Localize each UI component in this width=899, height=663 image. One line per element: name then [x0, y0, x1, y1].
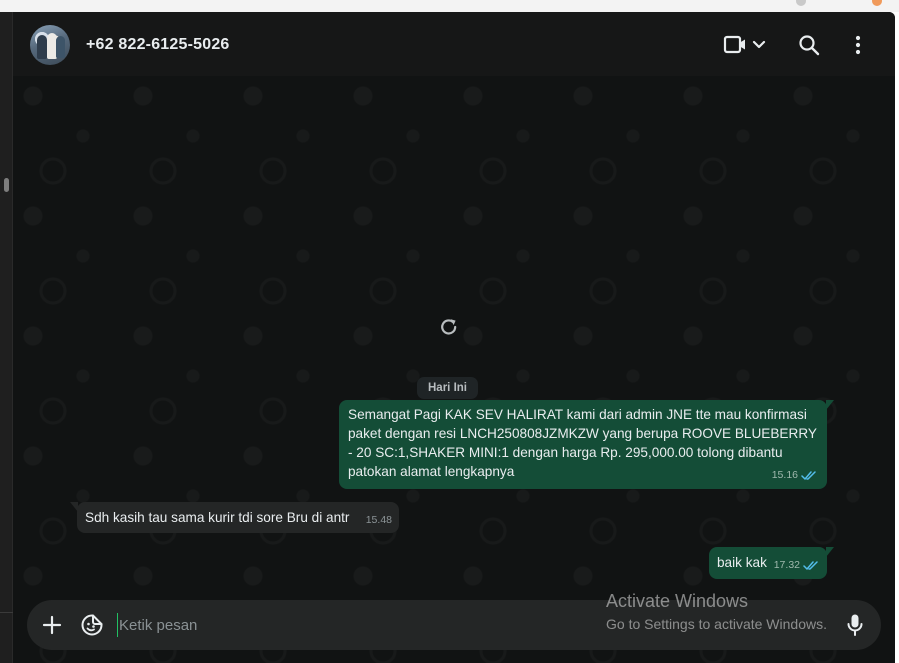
load-older-button[interactable]: [438, 316, 460, 338]
message-meta: 15.48: [366, 511, 392, 530]
bubble-tail: [70, 502, 78, 512]
double-check-icon: [801, 471, 816, 480]
message-input[interactable]: [117, 613, 597, 637]
message-bubble-outgoing[interactable]: baik kak 17.32: [709, 547, 834, 579]
divider: [0, 612, 13, 613]
date-divider: Hari Ini: [417, 377, 478, 399]
video-camera-icon: [723, 35, 766, 54]
message-area[interactable]: Hari Ini Semangat Pagi KAK SEV HALIRAT k…: [13, 76, 895, 663]
extension-icon: [872, 0, 882, 6]
message-composer: [27, 600, 881, 650]
chat-header: +62 822-6125-5026: [13, 12, 895, 76]
message-text: baik kak: [717, 555, 767, 570]
browser-top-strip: [0, 0, 899, 12]
video-call-button[interactable]: [723, 32, 773, 58]
attach-button[interactable]: [39, 612, 65, 638]
search-button[interactable]: [796, 32, 822, 58]
message-text: Sdh kasih tau sama kurir tdi sore Bru di…: [85, 510, 350, 525]
message-text: Semangat Pagi KAK SEV HALIRAT kami dari …: [348, 407, 817, 479]
contact-name[interactable]: +62 822-6125-5026: [86, 36, 230, 54]
message-bubble-outgoing[interactable]: Semangat Pagi KAK SEV HALIRAT kami dari …: [339, 400, 834, 489]
toolbar-icon: [796, 0, 806, 6]
scrollbar-thumb[interactable]: [4, 178, 9, 192]
chat-window: +62 822-6125-5026 Hari Ini Semangat Pagi…: [13, 12, 895, 663]
emoji-sticker-button[interactable]: [79, 612, 105, 638]
message-time: 15.48: [365, 514, 392, 526]
microphone-icon: [847, 614, 863, 636]
sticker-icon: [81, 614, 103, 636]
left-scroll-rail: [0, 12, 13, 663]
double-check-icon: [803, 561, 818, 570]
refresh-icon: [441, 319, 457, 335]
message-time: 17.32: [773, 559, 800, 571]
message-time: 15.16: [771, 469, 798, 481]
contact-avatar[interactable]: [30, 25, 70, 65]
voice-message-button[interactable]: [842, 612, 868, 638]
plus-icon: [42, 615, 62, 635]
menu-button[interactable]: [849, 32, 867, 58]
more-vertical-icon: [855, 35, 861, 55]
message-meta: 15.16: [772, 466, 817, 485]
bubble-tail: [826, 547, 834, 557]
bubble-tail: [826, 400, 834, 410]
message-bubble-incoming[interactable]: Sdh kasih tau sama kurir tdi sore Bru di…: [70, 502, 399, 533]
message-meta: 17.32: [774, 556, 819, 575]
search-icon: [799, 35, 820, 56]
